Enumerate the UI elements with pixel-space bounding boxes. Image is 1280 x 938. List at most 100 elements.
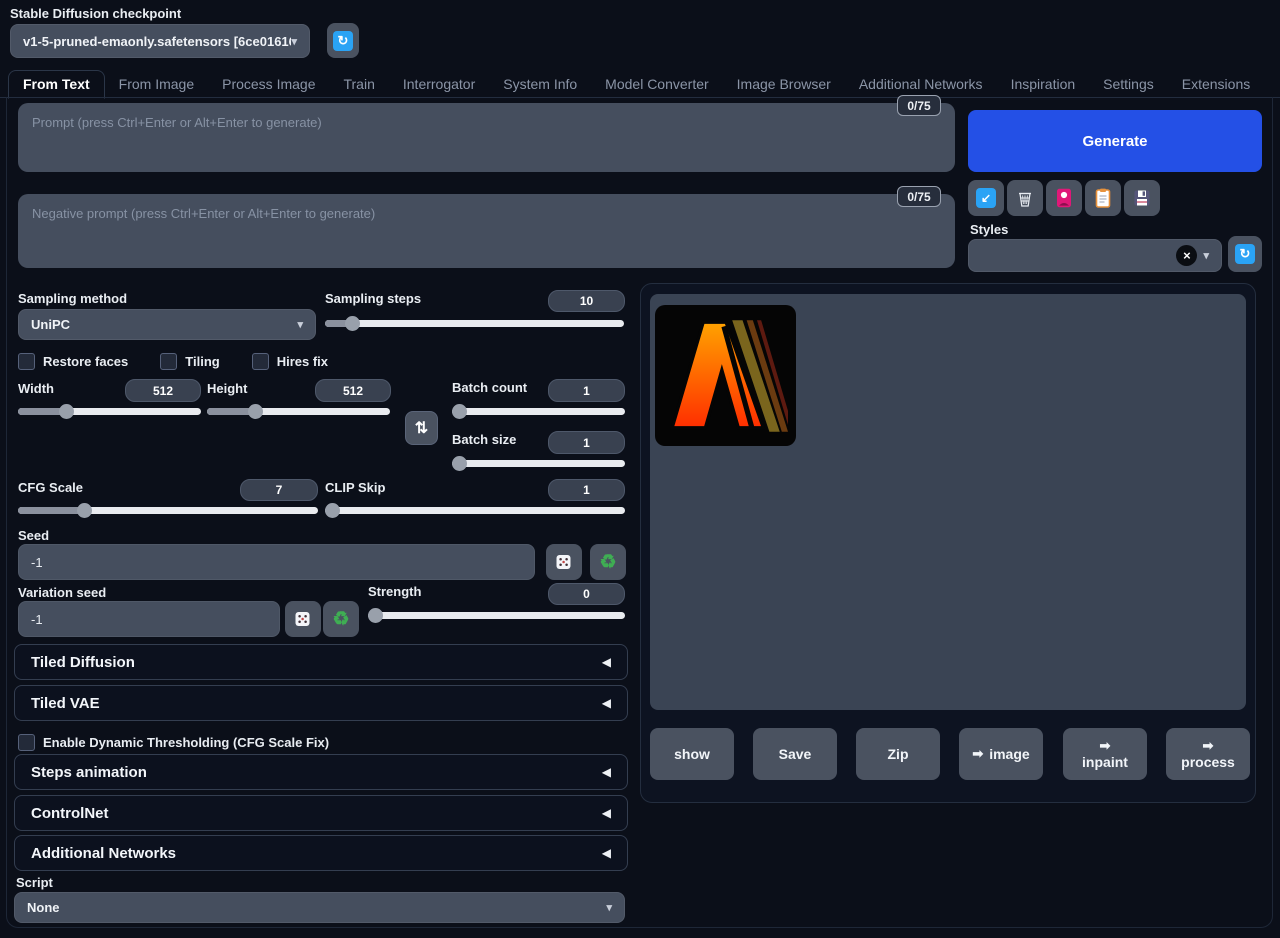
- height-slider[interactable]: [207, 404, 390, 419]
- dynamic-thresholding-checkbox[interactable]: [18, 734, 35, 751]
- slider-handle[interactable]: [325, 503, 340, 518]
- checkpoint-label: Stable Diffusion checkpoint: [10, 6, 181, 21]
- sd-webui-app: Stable Diffusion checkpoint v1-5-pruned-…: [0, 0, 1280, 938]
- script-dropdown[interactable]: None ▾: [14, 892, 625, 923]
- tab-system-info[interactable]: System Info: [489, 71, 591, 98]
- generate-button[interactable]: Generate: [968, 110, 1262, 172]
- save-button[interactable]: Save: [753, 728, 837, 780]
- accordion-tiled-vae[interactable]: Tiled VAE ◀: [14, 685, 628, 721]
- collapse-icon: ◀: [602, 765, 611, 779]
- restore-faces-option[interactable]: Restore faces: [18, 353, 128, 370]
- dice-icon: [294, 610, 312, 628]
- variation-seed-input[interactable]: -1: [18, 601, 280, 637]
- tab-interrogator[interactable]: Interrogator: [389, 71, 489, 98]
- tab-process-image[interactable]: Process Image: [208, 71, 329, 98]
- tab-from-text[interactable]: From Text: [8, 70, 105, 99]
- accordion-title: Additional Networks: [31, 845, 176, 862]
- show-button[interactable]: show: [650, 728, 734, 780]
- extra-networks-button[interactable]: [1046, 180, 1082, 216]
- dynamic-thresholding-option[interactable]: Enable Dynamic Thresholding (CFG Scale F…: [18, 734, 329, 751]
- slider-track: [452, 460, 625, 467]
- clear-styles-icon[interactable]: ×: [1176, 245, 1197, 266]
- clip-skip-value[interactable]: 1: [548, 479, 625, 501]
- checkpoint-dropdown[interactable]: v1-5-pruned-emaonly.safetensors [6ce0161…: [10, 24, 310, 58]
- feature-checkbox-row: Restore faces Tiling Hires fix: [18, 353, 328, 370]
- sampling-steps-slider[interactable]: [325, 316, 624, 331]
- batch-count-slider[interactable]: [452, 404, 625, 419]
- tab-additional-networks[interactable]: Additional Networks: [845, 71, 997, 98]
- slider-handle[interactable]: [248, 404, 263, 419]
- batch-size-slider[interactable]: [452, 456, 625, 471]
- accordion-title: ControlNet: [31, 805, 109, 822]
- slider-handle[interactable]: [77, 503, 92, 518]
- batch-count-value[interactable]: 1: [548, 379, 625, 402]
- gallery-thumbnail[interactable]: [655, 305, 796, 446]
- swap-dimensions-button[interactable]: ⇅: [405, 411, 438, 445]
- random-variation-seed-button[interactable]: [285, 601, 321, 637]
- variation-seed-label: Variation seed: [18, 585, 106, 600]
- sampling-steps-label: Sampling steps: [325, 291, 421, 306]
- accordion-tiled-diffusion[interactable]: Tiled Diffusion ◀: [14, 644, 628, 680]
- sampling-method-dropdown[interactable]: UniPC ▾: [18, 309, 316, 340]
- slider-handle[interactable]: [59, 404, 74, 419]
- cfg-scale-value[interactable]: 7: [240, 479, 318, 501]
- strength-slider[interactable]: [368, 608, 625, 623]
- tiling-option[interactable]: Tiling: [160, 353, 219, 370]
- clip-skip-slider[interactable]: [325, 503, 625, 518]
- zip-button[interactable]: Zip: [856, 728, 940, 780]
- tab-model-converter[interactable]: Model Converter: [591, 71, 723, 98]
- checkpoint-refresh-button[interactable]: ↻: [327, 23, 359, 58]
- tab-image-browser[interactable]: Image Browser: [723, 71, 845, 98]
- sampling-method-label: Sampling method: [18, 291, 127, 306]
- slider-handle[interactable]: [452, 404, 467, 419]
- apply-styles-button[interactable]: [1085, 180, 1121, 216]
- slider-fill: [18, 507, 84, 514]
- width-value[interactable]: 512: [125, 379, 201, 402]
- send-to-process-button[interactable]: ➡ process: [1166, 728, 1250, 780]
- accordion-steps-animation[interactable]: Steps animation ◀: [14, 754, 628, 790]
- save-style-button[interactable]: [1124, 180, 1160, 216]
- slider-handle[interactable]: [452, 456, 467, 471]
- paste-params-button[interactable]: ↙: [968, 180, 1004, 216]
- slider-handle[interactable]: [368, 608, 383, 623]
- batch-size-label: Batch size: [452, 432, 516, 447]
- styles-refresh-button[interactable]: ↻: [1228, 236, 1262, 272]
- tab-train[interactable]: Train: [329, 71, 388, 98]
- accordion-additional-networks[interactable]: Additional Networks ◀: [14, 835, 628, 871]
- hires-fix-checkbox[interactable]: [252, 353, 269, 370]
- clear-prompt-button[interactable]: [1007, 180, 1043, 216]
- reuse-seed-button[interactable]: ♻: [590, 544, 626, 580]
- dice-icon: [555, 553, 573, 571]
- strength-value[interactable]: 0: [548, 583, 625, 605]
- tiling-checkbox[interactable]: [160, 353, 177, 370]
- tab-from-image[interactable]: From Image: [105, 71, 208, 98]
- sampling-steps-value[interactable]: 10: [548, 290, 625, 312]
- arrow-right-icon: ➡: [1100, 737, 1111, 754]
- batch-size-value[interactable]: 1: [548, 431, 625, 454]
- cfg-scale-slider[interactable]: [18, 503, 318, 518]
- negative-prompt-input[interactable]: [18, 194, 955, 268]
- send-to-inpaint-button[interactable]: ➡ inpaint: [1063, 728, 1147, 780]
- height-value[interactable]: 512: [315, 379, 391, 402]
- width-slider[interactable]: [18, 404, 201, 419]
- restore-faces-checkbox[interactable]: [18, 353, 35, 370]
- tab-inspiration[interactable]: Inspiration: [997, 71, 1090, 98]
- hires-fix-label: Hires fix: [277, 354, 328, 369]
- refresh-icon: ↻: [333, 31, 353, 51]
- seed-input[interactable]: -1: [18, 544, 535, 580]
- random-seed-button[interactable]: [546, 544, 582, 580]
- cfg-scale-label: CFG Scale: [18, 480, 83, 495]
- styles-dropdown[interactable]: × ▾: [968, 239, 1222, 272]
- floppy-disk-icon: [1133, 189, 1151, 207]
- reuse-variation-seed-button[interactable]: ♻: [323, 601, 359, 637]
- accordion-title: Tiled VAE: [31, 695, 100, 712]
- width-label: Width: [18, 381, 54, 396]
- quick-actions-row: ↙: [968, 180, 1160, 216]
- prompt-input[interactable]: [18, 103, 955, 172]
- slider-handle[interactable]: [345, 316, 360, 331]
- hires-fix-option[interactable]: Hires fix: [252, 353, 328, 370]
- accordion-controlnet[interactable]: ControlNet ◀: [14, 795, 628, 831]
- send-to-image-button[interactable]: ➡ image: [959, 728, 1043, 780]
- tab-extensions[interactable]: Extensions: [1168, 71, 1264, 98]
- tab-settings[interactable]: Settings: [1089, 71, 1168, 98]
